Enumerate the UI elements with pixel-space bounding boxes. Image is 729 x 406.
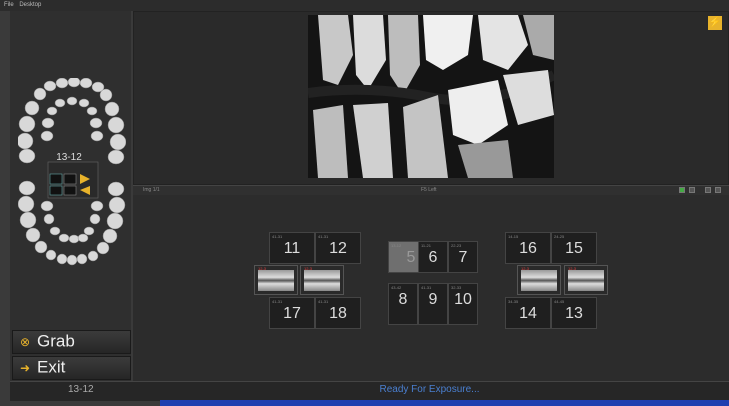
view-toggle-icon[interactable] [689,187,695,193]
status-tooth: 13-12 [68,384,94,395]
menu-bar: File Desktop [0,0,729,11]
help-icon[interactable]: ⚡ [708,16,722,30]
tile-16[interactable]: 14-15 16 [505,232,551,264]
exit-button[interactable]: ➜ Exit [12,356,131,380]
bitewing-right-1[interactable]: 12-3 [517,265,561,295]
bitewing-left-2[interactable]: 12-3 [300,265,344,295]
image-count-label: Img 1/1 [143,187,160,193]
tile-6[interactable]: 11-21 6 [418,241,448,273]
tile-14[interactable]: 34-35 14 [505,297,551,329]
grab-icon: ⊗ [19,334,31,349]
tile-9[interactable]: 41-31 9 [418,283,448,325]
menu-desktop[interactable]: Desktop [19,2,41,8]
status-dot-icon [679,187,685,193]
status-bar: 13-12 Ready For Exposure... [10,381,729,401]
tile-7[interactable]: 22-23 7 [448,241,478,273]
tile-15[interactable]: 24-25 15 [551,232,597,264]
fullscreen-icon[interactable] [715,187,721,193]
selected-tooth-label: 13-12 [56,152,82,163]
exit-icon: ➜ [19,360,31,375]
tile-18[interactable]: 41-31 18 [315,297,361,329]
tile-13[interactable]: 44-45 13 [551,297,597,329]
layout-icon[interactable] [705,187,711,193]
dental-chart[interactable] [18,78,126,268]
status-progress-bar [160,400,729,406]
status-message: Ready For Exposure... [379,384,480,395]
menu-file[interactable]: File [4,2,14,8]
grab-button[interactable]: ⊗ Grab [12,330,131,354]
xray-image[interactable] [308,15,554,178]
bitewing-left-1[interactable]: 12-3 [254,265,298,295]
tile-10[interactable]: 32-33 10 [448,283,478,325]
tile-17[interactable]: 41-31 17 [269,297,315,329]
tile-11[interactable]: 41-31 11 [269,232,315,264]
tile-8[interactable]: 43-42 8 [388,283,418,325]
bitewing-right-2[interactable]: 12-3 [564,265,608,295]
tile-12[interactable]: 41-31 12 [315,232,361,264]
image-view-label: F5 Left [421,187,437,193]
